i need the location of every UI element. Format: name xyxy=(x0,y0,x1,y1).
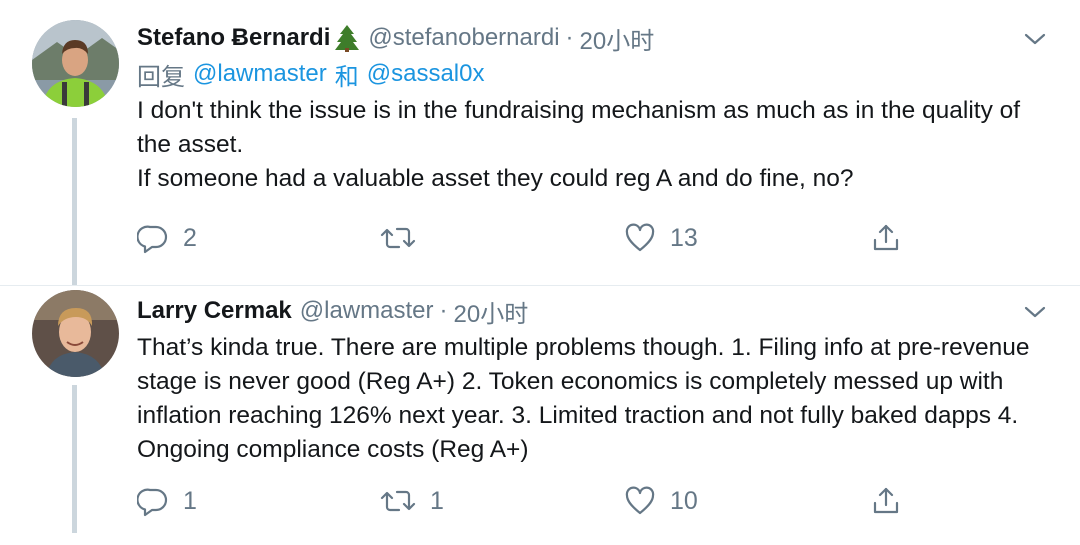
reply-button[interactable]: 2 xyxy=(137,218,197,258)
reply-conjunction: 和 xyxy=(334,63,359,91)
tweet-content: Larry Cermak @lawmaster · 20小时 That’s ki… xyxy=(137,293,1050,467)
reply-icon xyxy=(137,222,169,254)
like-count: 10 xyxy=(670,486,698,515)
tweet-paragraph: If someone had a valuable asset they cou… xyxy=(137,165,854,192)
chevron-down-icon[interactable] xyxy=(1020,297,1050,327)
reply-count: 2 xyxy=(183,223,197,252)
tweet[interactable]: Stefano Ƀernardi @stefanobernardi · 20小时… xyxy=(0,0,1080,286)
tweet-actions: 1 1 10 xyxy=(137,481,917,521)
reply-count: 1 xyxy=(183,486,197,515)
replying-to-prefix: 回复 xyxy=(137,63,185,91)
retweet-button[interactable]: 1 xyxy=(380,481,444,521)
tweet-actions: 2 13 xyxy=(137,218,917,258)
thread-line xyxy=(72,385,77,533)
conversation-thread: Stefano Ƀernardi @stefanobernardi · 20小时… xyxy=(0,0,1080,545)
display-name[interactable]: Stefano Ƀernardi xyxy=(137,24,330,52)
tweet-text: That’s kinda true. There are multiple pr… xyxy=(137,331,1050,467)
retweet-button[interactable] xyxy=(380,218,430,258)
avatar-image xyxy=(32,20,119,107)
avatar[interactable] xyxy=(32,20,119,107)
replying-to: 回复 @lawmaster 和 @sassal0x xyxy=(137,56,1050,92)
tweet-header: Larry Cermak @lawmaster · 20小时 xyxy=(137,293,1050,329)
like-button[interactable]: 13 xyxy=(624,218,698,258)
heart-icon xyxy=(624,222,656,254)
tweet-text: I don't think the issue is in the fundra… xyxy=(137,94,1050,196)
avatar-image xyxy=(32,290,119,377)
evergreen-tree-icon xyxy=(334,24,360,52)
chevron-down-icon[interactable] xyxy=(1020,24,1050,54)
tweet-paragraph: That’s kinda true. There are multiple pr… xyxy=(137,334,1030,463)
tweet-content: Stefano Ƀernardi @stefanobernardi · 20小时… xyxy=(137,20,1050,196)
avatar[interactable] xyxy=(32,290,119,377)
share-button[interactable] xyxy=(870,481,902,521)
timestamp[interactable]: 20小时 xyxy=(454,294,529,329)
share-button[interactable] xyxy=(870,218,902,258)
retweet-icon xyxy=(380,222,416,254)
reply-mention[interactable]: @sassal0x xyxy=(367,60,485,88)
retweet-icon xyxy=(380,485,416,517)
timestamp[interactable]: 20小时 xyxy=(580,21,655,56)
user-handle[interactable]: @stefanobernardi xyxy=(368,24,559,52)
like-button[interactable]: 10 xyxy=(624,481,698,521)
separator-dot: · xyxy=(565,24,574,51)
share-icon xyxy=(870,222,902,254)
user-handle[interactable]: @lawmaster xyxy=(300,297,434,325)
tweet-header: Stefano Ƀernardi @stefanobernardi · 20小时 xyxy=(137,20,1050,56)
share-icon xyxy=(870,485,902,517)
thread-line xyxy=(72,118,77,285)
display-name[interactable]: Larry Cermak xyxy=(137,297,292,325)
tweet[interactable]: Larry Cermak @lawmaster · 20小时 That’s ki… xyxy=(0,285,1080,545)
reply-button[interactable]: 1 xyxy=(137,481,197,521)
reply-icon xyxy=(137,485,169,517)
heart-icon xyxy=(624,485,656,517)
retweet-count: 1 xyxy=(430,486,444,515)
tweet-paragraph: I don't think the issue is in the fundra… xyxy=(137,97,1021,158)
reply-mention[interactable]: @lawmaster xyxy=(193,60,327,88)
like-count: 13 xyxy=(670,223,698,252)
separator-dot: · xyxy=(439,297,448,324)
